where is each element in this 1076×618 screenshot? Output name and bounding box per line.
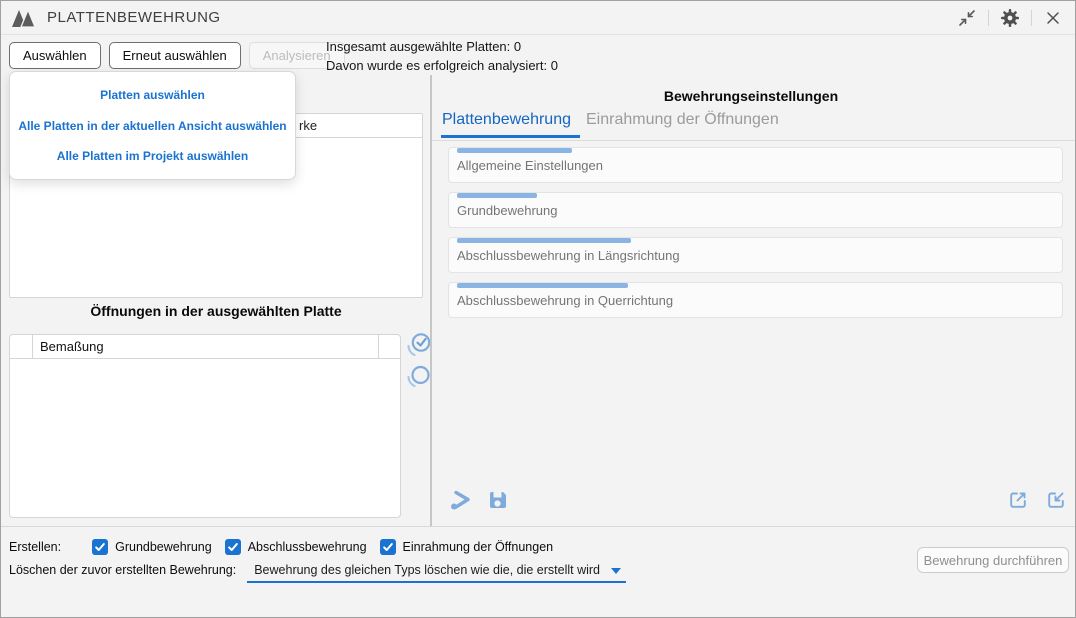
window-title: PLATTENBEWEHRUNG bbox=[47, 9, 221, 26]
tab-strip-divider bbox=[432, 140, 1076, 141]
openings-table[interactable]: Bemaßung bbox=[9, 334, 401, 518]
run-reinforcement-button[interactable]: Bewehrung durchführen bbox=[917, 547, 1069, 573]
section-grundbewehrung[interactable]: Grundbewehrung bbox=[448, 192, 1063, 228]
checkbox-label-einrahmung: Einrahmung der Öffnungen bbox=[403, 540, 554, 554]
app-logo-icon bbox=[11, 8, 37, 28]
toolbar: Auswählen Erneut auswählen Analysieren bbox=[9, 42, 345, 69]
create-label: Erstellen: bbox=[9, 540, 61, 554]
openings-selector-column bbox=[10, 335, 33, 358]
titlebar-controls bbox=[955, 6, 1065, 30]
section-abschlussbewehrung-laengsrichtung[interactable]: Abschlussbewehrung in Längsrichtung bbox=[448, 237, 1063, 273]
openings-end-column bbox=[378, 335, 400, 358]
plattenbewehrung-window: PLATTENBEWEHRUNG bbox=[0, 0, 1076, 618]
delete-mode-value: Bewehrung des gleichen Typs löschen wie … bbox=[254, 563, 600, 577]
panel-divider bbox=[430, 75, 432, 526]
section-progress-bar bbox=[457, 238, 631, 243]
chevron-down-icon bbox=[611, 568, 621, 574]
delete-previous-label: Löschen der zuvor erstellten Bewehrung: bbox=[9, 563, 236, 577]
section-progress-bar bbox=[457, 283, 628, 288]
section-progress-bar bbox=[457, 148, 572, 153]
title-bar: PLATTENBEWEHRUNG bbox=[1, 1, 1075, 35]
status-total-selected: Insgesamt ausgewählte Platten: 0 bbox=[326, 37, 558, 56]
checkbox-label-grundbewehrung: Grundbewehrung bbox=[115, 540, 212, 554]
checkbox-grundbewehrung[interactable] bbox=[92, 539, 108, 555]
menu-item-select-all-in-project[interactable]: Alle Platten im Projekt auswählen bbox=[10, 149, 295, 163]
settings-gear-icon[interactable] bbox=[998, 6, 1022, 30]
menu-item-select-plates[interactable]: Platten auswählen bbox=[10, 88, 295, 102]
footer-divider bbox=[1, 526, 1076, 527]
select-all-openings-icon[interactable] bbox=[405, 331, 432, 359]
section-allgemeine-einstellungen[interactable]: Allgemeine Einstellungen bbox=[448, 147, 1063, 183]
collapse-window-icon[interactable] bbox=[955, 6, 979, 30]
select-dropdown-menu: Platten auswählen Alle Platten in der ak… bbox=[9, 71, 296, 180]
openings-dimension-column-header: Bemaßung bbox=[33, 335, 378, 358]
close-icon[interactable] bbox=[1041, 6, 1065, 30]
export-settings-icon[interactable] bbox=[1007, 489, 1029, 511]
active-tab-underline bbox=[441, 135, 580, 138]
status-block: Insgesamt ausgewählte Platten: 0 Davon w… bbox=[326, 37, 558, 75]
reselect-button[interactable]: Erneut auswählen bbox=[109, 42, 241, 69]
delete-mode-dropdown[interactable]: Bewehrung des gleichen Typs löschen wie … bbox=[247, 559, 626, 583]
status-analyzed: Davon wurde es erfolgreich analysiert: 0 bbox=[326, 56, 558, 75]
checkbox-einrahmung-der-oeffnungen[interactable] bbox=[380, 539, 396, 555]
menu-item-select-all-in-view[interactable]: Alle Platten in der aktuellen Ansicht au… bbox=[10, 119, 295, 133]
reinforcement-settings-title: Bewehrungseinstellungen bbox=[434, 88, 1068, 104]
titlebar-separator bbox=[1031, 10, 1032, 26]
delete-option-row: Löschen der zuvor erstellten Bewehrung: … bbox=[9, 559, 626, 583]
section-progress-bar bbox=[457, 193, 537, 198]
checkbox-abschlussbewehrung[interactable] bbox=[225, 539, 241, 555]
share-settings-icon[interactable] bbox=[450, 489, 473, 511]
titlebar-separator bbox=[988, 10, 989, 26]
create-options-row: Erstellen: Grundbewehrung Abschlussbeweh… bbox=[9, 537, 566, 557]
section-abschlussbewehrung-querrichtung[interactable]: Abschlussbewehrung in Querrichtung bbox=[448, 282, 1063, 318]
checkbox-label-abschlussbewehrung: Abschlussbewehrung bbox=[248, 540, 367, 554]
tab-plattenbewehrung[interactable]: Plattenbewehrung bbox=[442, 111, 571, 129]
openings-section-title: Öffnungen in der ausgewählten Platte bbox=[9, 303, 423, 319]
import-settings-icon[interactable] bbox=[1045, 489, 1067, 511]
deselect-all-openings-icon[interactable] bbox=[405, 362, 432, 390]
save-settings-icon[interactable] bbox=[487, 489, 509, 511]
openings-table-header: Bemaßung bbox=[10, 335, 400, 359]
tab-einrahmung-der-oeffnungen[interactable]: Einrahmung der Öffnungen bbox=[586, 111, 779, 129]
select-button[interactable]: Auswählen bbox=[9, 42, 101, 69]
